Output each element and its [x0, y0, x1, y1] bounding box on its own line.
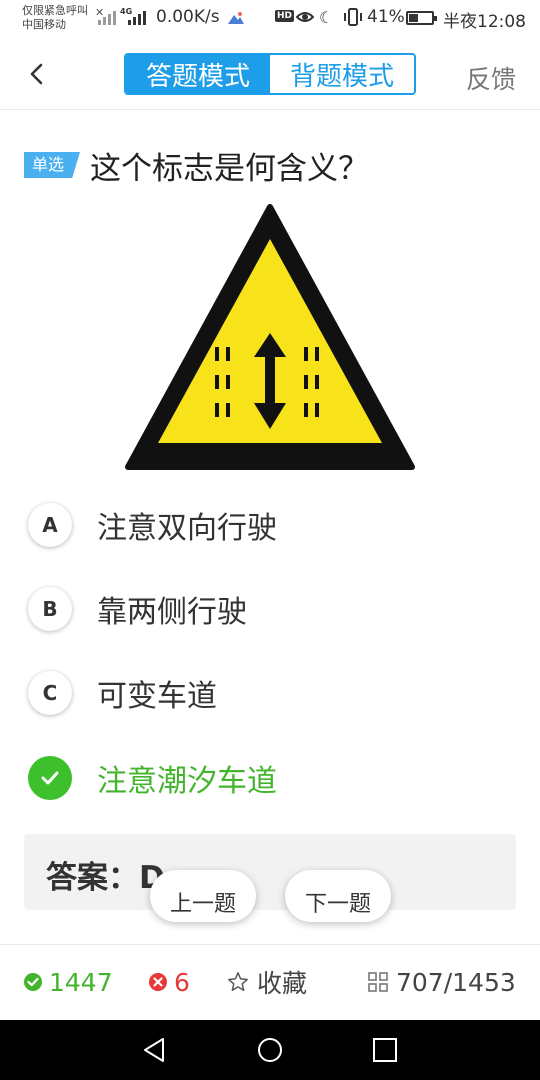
eye-comfort-icon [296, 12, 314, 22]
mode-toggle: 答题模式 背题模式 [124, 53, 416, 95]
clock: 半夜12:08 [443, 12, 526, 32]
app-header: 答题模式 背题模式 反馈 [0, 38, 540, 110]
option-d[interactable]: 注意潮汐车道 [28, 748, 508, 808]
right-count-group: 1447 [24, 965, 113, 999]
system-home-icon[interactable] [256, 1036, 284, 1064]
do-not-disturb-icon: ☾ [319, 8, 334, 27]
wrong-count: 6 [174, 967, 190, 997]
hd-voice-icon: HD [275, 10, 295, 22]
option-b[interactable]: B 靠两侧行驶 [28, 579, 508, 639]
bottom-toolbar: 1447 6 收藏 707/1453 [0, 944, 540, 1020]
tab-answer-mode[interactable]: 答题模式 [126, 55, 270, 93]
battery-icon [406, 11, 437, 25]
signal-strength-icon [98, 9, 116, 25]
prev-question-button[interactable]: 上一题 [150, 870, 256, 922]
tab-memorize-mode[interactable]: 背题模式 [270, 55, 414, 93]
answer-panel: 答案：D [24, 834, 516, 910]
status-bar: 仅限紧急呼叫 中国移动 ✕ 4G 0.00K/s HD ☾ 41% 半夜12:0… [0, 0, 540, 38]
favorite-button[interactable]: 收藏 [227, 965, 307, 999]
tidal-lane-warning-sign-image [125, 204, 415, 470]
gallery-notification-icon [228, 12, 244, 24]
carrier-info: 仅限紧急呼叫 中国移动 [22, 4, 88, 32]
network-speed: 0.00K/s [156, 7, 220, 27]
system-back-icon[interactable] [141, 1036, 169, 1064]
star-icon [228, 972, 248, 991]
option-a-text: 注意双向行驶 [97, 511, 277, 546]
option-a-letter: A [28, 503, 72, 547]
back-chevron-left-icon[interactable] [22, 58, 54, 90]
right-count: 1447 [49, 967, 113, 997]
option-a[interactable]: A 注意双向行驶 [28, 495, 508, 555]
question-progress-button[interactable]: 707/1453 [368, 965, 516, 999]
correct-check-icon [28, 756, 72, 800]
option-c-letter: C [28, 671, 72, 715]
signal-strength-icon-2 [128, 9, 146, 25]
progress-text: 707/1453 [396, 967, 516, 997]
wrong-x-icon [149, 973, 167, 991]
option-d-text: 注意潮汐车道 [97, 764, 277, 799]
next-question-button[interactable]: 下一题 [285, 870, 391, 922]
option-c-text: 可变车道 [97, 679, 217, 714]
favorite-label: 收藏 [257, 969, 308, 998]
question-text: 这个标志是何含义？ [90, 151, 369, 187]
carrier-emergency-text: 仅限紧急呼叫 [22, 4, 88, 17]
question-type-tag: 单选 [24, 152, 80, 178]
carrier-name: 中国移动 [22, 18, 66, 31]
system-recents-icon[interactable] [371, 1036, 399, 1064]
feedback-button[interactable]: 反馈 [466, 60, 516, 96]
option-c[interactable]: C 可变车道 [28, 663, 508, 723]
grid-icon [368, 972, 388, 992]
option-b-letter: B [28, 587, 72, 631]
vibrate-icon [344, 8, 362, 26]
answer-label: 答案：D [46, 860, 165, 896]
system-navigation-bar [0, 1020, 540, 1080]
battery-percent: 41% [367, 7, 405, 27]
right-check-icon [24, 973, 42, 991]
wrong-count-group: 6 [149, 965, 190, 999]
battery-level-fill [409, 14, 419, 22]
option-b-text: 靠两侧行驶 [97, 595, 247, 630]
